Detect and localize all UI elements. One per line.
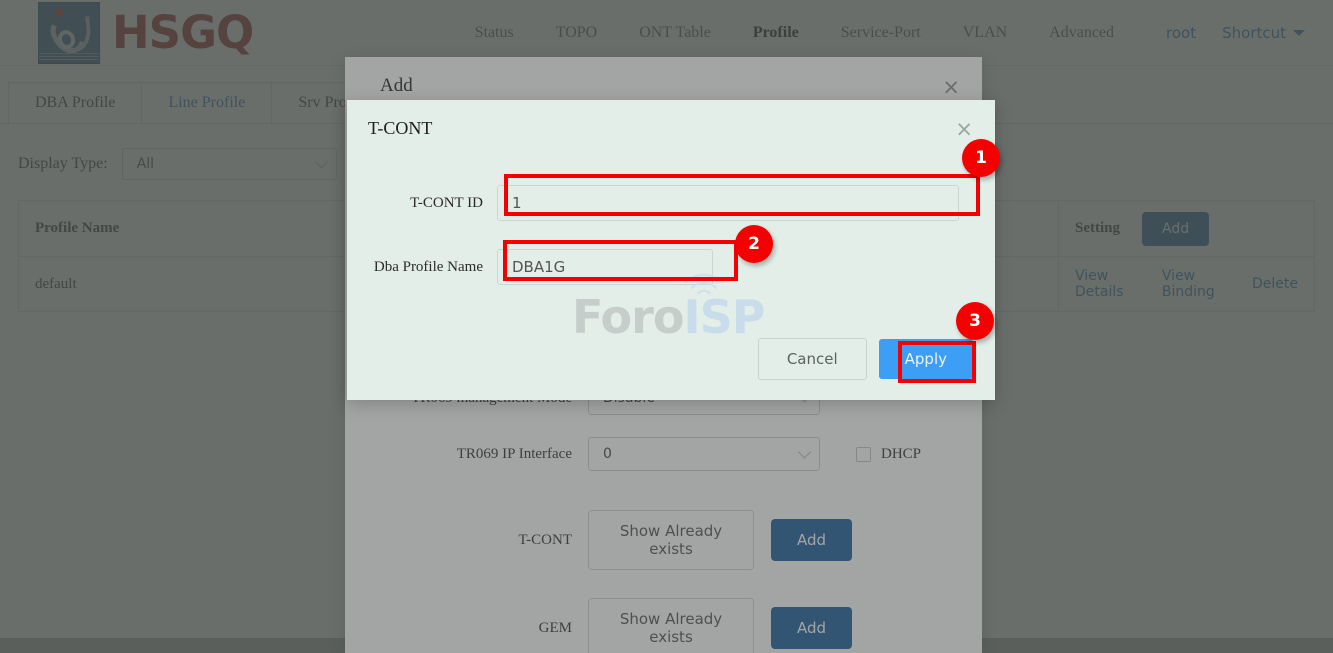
step-badge-1: 1 [962, 139, 1000, 177]
dba-profile-select[interactable]: DBA1G [497, 249, 713, 285]
apply-button[interactable]: Apply [878, 339, 973, 379]
tcont-dialog-actions: Cancel Apply [757, 338, 973, 380]
tcont-dialog-title: T-CONT [368, 118, 433, 138]
tcont-id-value: 1 [512, 194, 522, 212]
tcont-id-label: T-CONT ID [410, 194, 483, 211]
dba-profile-label: Dba Profile Name [373, 258, 483, 275]
dba-profile-value: DBA1G [512, 258, 566, 276]
step-badge-3: 3 [956, 302, 994, 340]
dba-profile-row: Dba Profile Name DBA1G [347, 249, 995, 285]
tcont-id-input[interactable]: 1 [497, 185, 959, 221]
close-icon[interactable]: × [955, 119, 973, 140]
tcont-dialog: T-CONT × T-CONT ID 1 Dba Profile Name DB… [347, 100, 995, 400]
tcont-id-row: T-CONT ID 1 [347, 185, 995, 221]
step-badge-2: 2 [735, 225, 773, 263]
cancel-button[interactable]: Cancel [757, 338, 867, 380]
